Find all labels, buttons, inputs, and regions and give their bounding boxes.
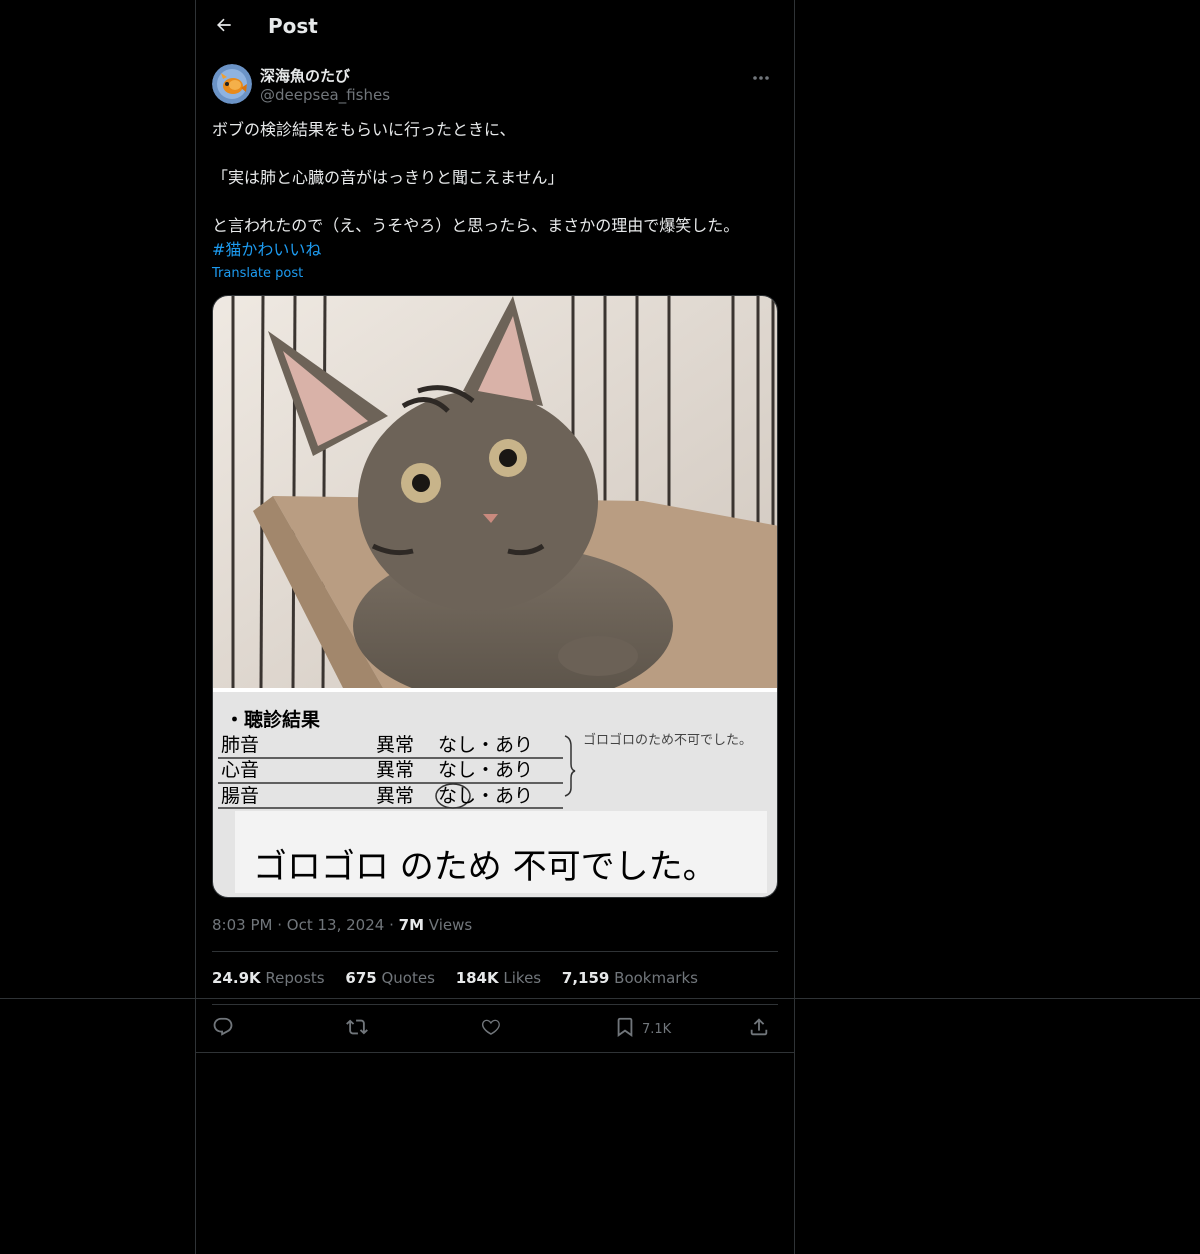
quotes-label: Quotes — [381, 969, 435, 987]
quotes-stat[interactable]: 675 Quotes — [345, 969, 435, 987]
report-row-label: 心音 — [221, 759, 259, 781]
divider — [196, 1052, 794, 1053]
meta-separator: · — [277, 916, 283, 934]
report-row-abnormal: 異常 — [376, 734, 414, 756]
repost-icon — [346, 1016, 368, 1042]
bookmarks-count: 7,159 — [561, 969, 610, 987]
post-text-line: 「実は肺と心臓の音がはっきりと聞こえません」 — [212, 168, 564, 187]
share-icon — [748, 1016, 770, 1042]
post-image[interactable]: ・聴診結果 肺音 異常 なし・あり 心音 異常 なし・あり 腸音 異常 なし・あ… — [212, 295, 778, 898]
hashtag-link[interactable]: #猫かわいいね — [212, 240, 321, 259]
bookmarks-label: Bookmarks — [614, 969, 698, 987]
likes-stat[interactable]: 184K Likes — [456, 969, 541, 987]
bookmark-count: 7.1K — [642, 1021, 672, 1037]
post-image-content: ・聴診結果 肺音 異常 なし・あり 心音 異常 なし・あり 腸音 異常 なし・あ… — [213, 296, 777, 897]
report-side-note: ゴロゴロのため不可でした。 — [583, 732, 752, 748]
quotes-count: 675 — [345, 969, 377, 987]
reposts-count: 24.9K — [212, 969, 261, 987]
report-row-label: 腸音 — [221, 785, 259, 807]
author-handle[interactable]: @deepsea_fishes — [260, 86, 390, 104]
handwritten-note: ゴロゴロ のため 不可でした。 — [253, 847, 717, 887]
action-bar: 7.1K — [212, 1012, 778, 1046]
reposts-label: Reposts — [265, 969, 325, 987]
bookmark-icon — [614, 1016, 636, 1042]
translate-post-link[interactable]: Translate post — [212, 266, 303, 281]
reposts-stat[interactable]: 24.9K Reposts — [212, 969, 325, 987]
bookmark-button[interactable]: 7.1K — [614, 1012, 671, 1046]
back-button[interactable] — [208, 11, 240, 43]
report-row-options: なし・あり — [438, 785, 533, 807]
divider — [212, 951, 778, 952]
post-text: ボブの検診結果をもらいに行ったときに、 「実は肺と心臓の音がはっきりと聞こえませ… — [212, 118, 778, 262]
header: Post — [196, 0, 794, 54]
report-row-options: なし・あり — [438, 759, 533, 781]
report-row-abnormal: 異常 — [376, 759, 414, 781]
views-label: Views — [428, 916, 473, 934]
report-row-label: 肺音 — [221, 734, 259, 756]
likes-label: Likes — [503, 969, 542, 987]
reply-icon — [212, 1016, 234, 1042]
avatar[interactable] — [212, 64, 252, 104]
post-time[interactable]: 8:03 PM — [212, 916, 272, 934]
likes-count: 184K — [455, 969, 499, 987]
repost-button[interactable] — [346, 1012, 368, 1046]
bookmarks-stat[interactable]: 7,159 Bookmarks — [562, 969, 698, 987]
report-heading: ・聴診結果 — [225, 708, 320, 731]
author-name[interactable]: 深海魚のたび — [260, 65, 350, 86]
more-options-button[interactable] — [744, 64, 778, 86]
report-row-abnormal: 異常 — [376, 785, 414, 807]
reply-button[interactable] — [212, 1012, 234, 1046]
arrow-left-icon — [214, 15, 234, 39]
more-icon — [752, 66, 770, 85]
page-title: Post — [268, 14, 318, 38]
post-meta: 8:03 PM · Oct 13, 2024 · 7M Views — [212, 916, 472, 934]
divider — [212, 1004, 778, 1005]
report-row-options: なし・あり — [438, 734, 533, 756]
main-column: Post 深海魚のたび @deepsea_fishes ボブの検診結果をもらいに… — [195, 0, 795, 1254]
post-author: 深海魚のたび @deepsea_fishes — [212, 64, 778, 108]
post-text-line: と言われたので（え、うそやろ）と思ったら、まさかの理由で爆笑した。 — [212, 216, 740, 235]
views-count: 7M — [398, 916, 425, 934]
post-text-line: ボブの検診結果をもらいに行ったときに、 — [212, 120, 516, 139]
like-button[interactable] — [480, 1012, 502, 1046]
meta-separator: · — [389, 916, 394, 934]
share-button[interactable] — [748, 1012, 770, 1046]
heart-icon — [480, 1016, 502, 1042]
post-date[interactable]: Oct 13, 2024 — [287, 916, 385, 934]
post-stats: 24.9K Reposts 675 Quotes 184K Likes 7,15… — [212, 969, 714, 987]
